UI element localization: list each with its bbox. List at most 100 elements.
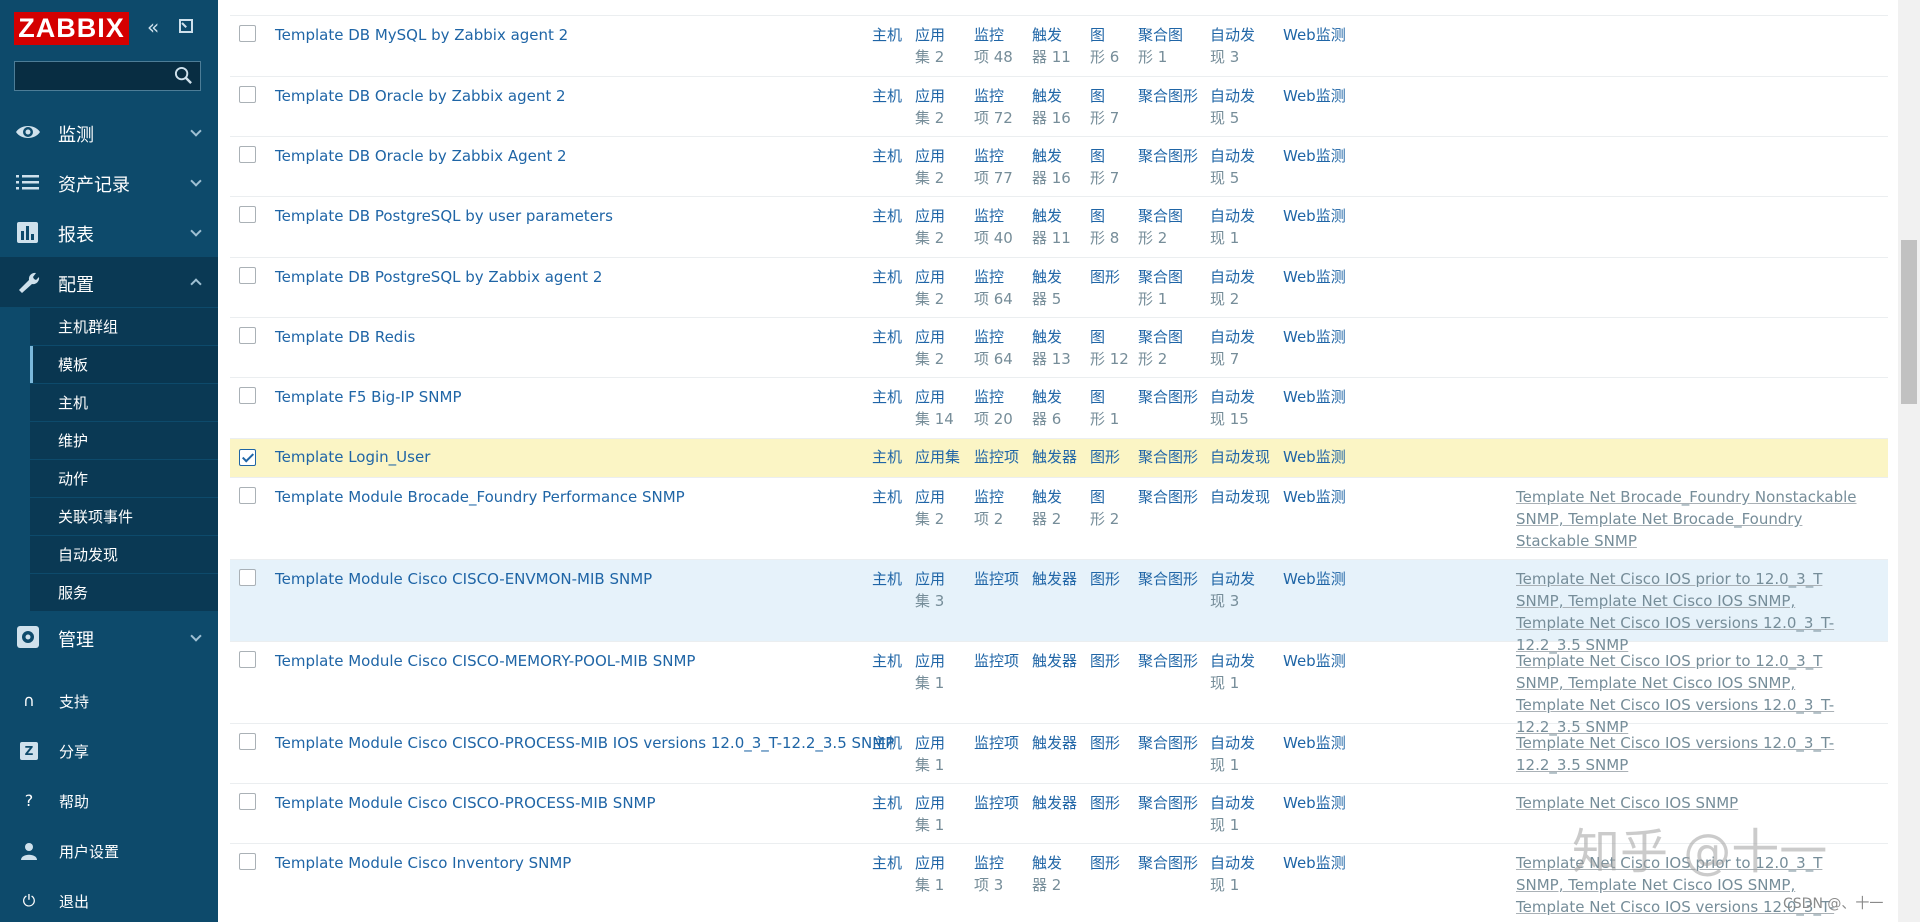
discovery-link[interactable]: 自动发现 1 (1210, 852, 1272, 896)
applications-link[interactable]: 应用集 2 (915, 85, 961, 129)
items-link[interactable]: 监控项 48 (974, 24, 1020, 68)
items-link[interactable]: 监控项 2 (974, 486, 1020, 530)
template-name-link[interactable]: Template DB PostgreSQL by user parameter… (275, 205, 613, 227)
hosts-link[interactable]: 主机 (872, 85, 902, 107)
row-checkbox[interactable] (239, 206, 256, 223)
row-checkbox[interactable] (239, 793, 256, 810)
items-link[interactable]: 监控项 72 (974, 85, 1020, 129)
items-link[interactable]: 监控项 3 (974, 852, 1020, 896)
template-name-link[interactable]: Template Module Brocade_Foundry Performa… (275, 486, 685, 508)
table-row[interactable]: Template DB Oracle by Zabbix Agent 2 主机 应用… (230, 137, 1888, 197)
discovery-link[interactable]: 自动发现 5 (1210, 145, 1272, 189)
menu-administration[interactable]: 管理 (0, 612, 218, 662)
triggers-link[interactable]: 触发器 (1032, 732, 1078, 754)
template-name-link[interactable]: Template DB Oracle by Zabbix Agent 2 (275, 145, 567, 167)
screens-link[interactable]: 聚合图形 1 (1138, 24, 1200, 68)
table-row[interactable]: Template DB Redis 主机 应用集 2 监控项 64 触发器 13 图形 1… (230, 318, 1888, 378)
web-scenarios-link[interactable]: Web监测 (1283, 852, 1346, 874)
graphs-link[interactable]: 图形 8 (1090, 205, 1130, 249)
template-name-link[interactable]: Template Module Cisco CISCO-PROCESS-MIB … (275, 732, 894, 754)
table-row[interactable]: Template DB PostgreSQL by user parameter… (230, 197, 1888, 258)
collapse-sidebar-icon[interactable]: « (147, 17, 159, 37)
hosts-link[interactable]: 主机 (872, 145, 902, 167)
items-link[interactable]: 监控项 64 (974, 326, 1020, 370)
graphs-link[interactable]: 图形 12 (1090, 326, 1130, 370)
discovery-link[interactable]: 自动发现 1 (1210, 650, 1272, 694)
menu-inventory[interactable]: 资产记录 (0, 157, 218, 207)
applications-link[interactable]: 应用集 1 (915, 852, 961, 896)
screens-link[interactable]: 聚合图形 (1138, 650, 1200, 672)
graphs-link[interactable]: 图形 (1090, 732, 1130, 754)
screens-link[interactable]: 聚合图形 (1138, 568, 1200, 590)
triggers-link[interactable]: 触发器 2 (1032, 486, 1078, 530)
applications-link[interactable]: 应用集 1 (915, 650, 961, 694)
table-row[interactable]: Template Module Cisco CISCO-MEMORY-POOL-… (230, 642, 1888, 736)
hosts-link[interactable]: 主机 (872, 24, 902, 46)
triggers-link[interactable]: 触发器 2 (1032, 852, 1078, 896)
template-name-link[interactable]: Template DB PostgreSQL by Zabbix agent 2 (275, 266, 602, 288)
discovery-link[interactable]: 自动发现 1 (1210, 732, 1272, 776)
submenu-hosts[interactable]: 主机 (30, 384, 218, 422)
hosts-link[interactable]: 主机 (872, 792, 902, 814)
web-scenarios-link[interactable]: Web监测 (1283, 386, 1346, 408)
screens-link[interactable]: 聚合图形 (1138, 852, 1200, 874)
template-name-link[interactable]: Template Module Cisco CISCO-MEMORY-POOL-… (275, 650, 695, 672)
screens-link[interactable]: 聚合图形 (1138, 792, 1200, 814)
graphs-link[interactable]: 图形 1 (1090, 386, 1130, 430)
triggers-link[interactable]: 触发器 11 (1032, 205, 1078, 249)
template-name-link[interactable]: Template F5 Big-IP SNMP (275, 386, 462, 408)
row-checkbox[interactable] (239, 146, 256, 163)
triggers-link[interactable]: 触发器 11 (1032, 24, 1078, 68)
web-scenarios-link[interactable]: Web监测 (1283, 446, 1346, 468)
row-checkbox[interactable] (239, 387, 256, 404)
table-row[interactable]: Template DB Oracle by Zabbix agent 2 主机 应用… (230, 77, 1888, 137)
kiosk-mode-icon[interactable] (179, 19, 193, 33)
search-icon[interactable] (174, 66, 193, 85)
template-name-link[interactable]: Template Module Cisco CISCO-PROCESS-MIB … (275, 792, 656, 814)
web-scenarios-link[interactable]: Web监测 (1283, 568, 1346, 590)
screens-link[interactable]: 聚合图形 2 (1138, 326, 1200, 370)
discovery-link[interactable]: 自动发现 5 (1210, 85, 1272, 129)
discovery-link[interactable]: 自动发现 1 (1210, 792, 1272, 836)
table-row[interactable]: Template Module Cisco CISCO-PROCESS-MIB … (230, 724, 1888, 784)
graphs-link[interactable]: 图形 (1090, 792, 1130, 814)
graphs-link[interactable]: 图形 7 (1090, 145, 1130, 189)
table-row[interactable]: Template Module Brocade_Foundry Performa… (230, 478, 1888, 560)
screens-link[interactable]: 聚合图形 1 (1138, 266, 1200, 310)
discovery-link[interactable]: 自动发现 1 (1210, 205, 1272, 249)
web-scenarios-link[interactable]: Web监测 (1283, 24, 1346, 46)
graphs-link[interactable]: 图形 (1090, 650, 1130, 672)
triggers-link[interactable]: 触发器 6 (1032, 386, 1078, 430)
discovery-link[interactable]: 自动发现 3 (1210, 568, 1272, 612)
linked-templates[interactable]: Template Net Brocade_Foundry Nonstackabl… (1516, 486, 1864, 552)
screens-link[interactable]: 聚合图形 (1138, 446, 1200, 468)
graphs-link[interactable]: 图形 (1090, 568, 1130, 590)
submenu-actions[interactable]: 动作 (30, 460, 218, 498)
items-link[interactable]: 监控项 20 (974, 386, 1020, 430)
screens-link[interactable]: 聚合图形 (1138, 732, 1200, 754)
row-checkbox[interactable] (239, 86, 256, 103)
applications-link[interactable]: 应用集 2 (915, 486, 961, 530)
graphs-link[interactable]: 图形 6 (1090, 24, 1130, 68)
template-name-link[interactable]: Template Module Cisco CISCO-ENVMON-MIB S… (275, 568, 652, 590)
triggers-link[interactable]: 触发器 16 (1032, 145, 1078, 189)
hosts-link[interactable]: 主机 (872, 446, 902, 468)
web-scenarios-link[interactable]: Web监测 (1283, 732, 1346, 754)
graphs-link[interactable]: 图形 (1090, 266, 1130, 288)
hosts-link[interactable]: 主机 (872, 852, 902, 874)
graphs-link[interactable]: 图形 2 (1090, 486, 1130, 530)
template-name-link[interactable]: Template Login_User (275, 446, 430, 468)
items-link[interactable]: 监控项 64 (974, 266, 1020, 310)
search-input[interactable] (14, 61, 201, 91)
applications-link[interactable]: 应用集 3 (915, 568, 961, 612)
menu-reports[interactable]: 报表 (0, 207, 218, 257)
triggers-link[interactable]: 触发器 13 (1032, 326, 1078, 370)
linked-templates-text[interactable]: Template Net Cisco IOS versions 12.0_3_T… (1516, 734, 1834, 774)
linked-templates[interactable]: Template Net Cisco IOS SNMP (1516, 792, 1864, 814)
triggers-link[interactable]: 触发器 (1032, 650, 1078, 672)
graphs-link[interactable]: 图形 (1090, 852, 1130, 874)
table-row[interactable]: Template DB PostgreSQL by Zabbix agent 2… (230, 258, 1888, 318)
row-checkbox[interactable] (239, 853, 256, 870)
applications-link[interactable]: 应用集 2 (915, 326, 961, 370)
submenu-templates[interactable]: 模板 (30, 346, 218, 384)
